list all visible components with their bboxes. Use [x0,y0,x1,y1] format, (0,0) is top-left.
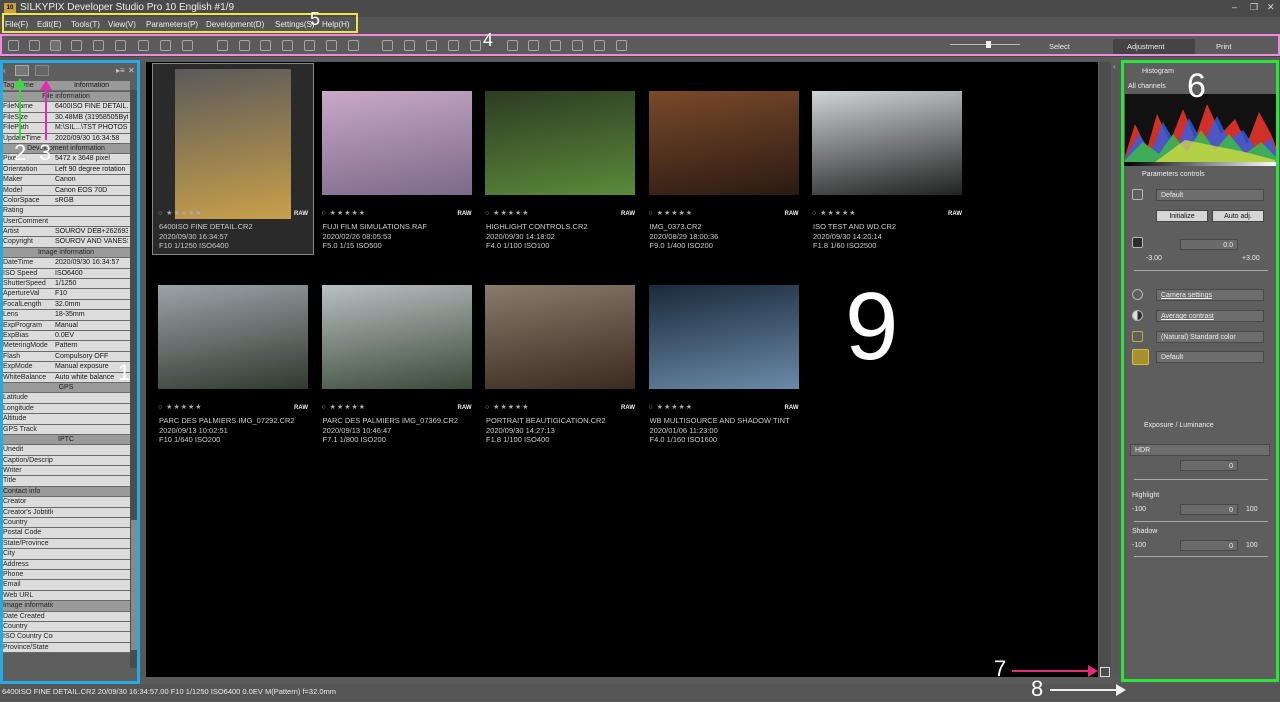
annotation-arrows [14,78,1126,696]
arrow-2-head [14,78,26,88]
arrow-3-head [40,80,52,90]
arrow-8-head [1116,684,1126,696]
arrow-7-head [1088,665,1098,677]
